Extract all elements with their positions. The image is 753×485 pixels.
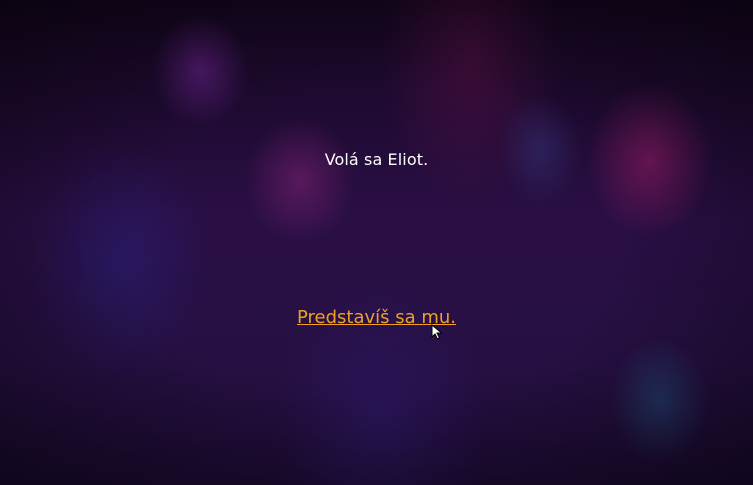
mouse-pointer-icon [431, 324, 443, 340]
choice-container: Predstavíš sa mu. [0, 307, 753, 328]
dialogue-line: Volá sa Eliot. [324, 150, 429, 169]
game-scene: Volá sa Eliot. Predstavíš sa mu. [0, 0, 753, 485]
background-vignette [0, 0, 753, 485]
